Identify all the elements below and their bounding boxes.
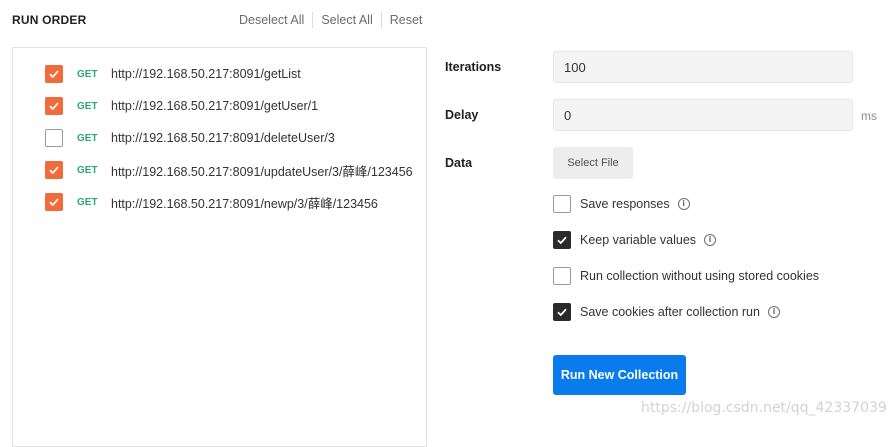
request-list: GET http://192.168.50.217:8091/getList G… <box>12 47 427 447</box>
request-url: http://192.168.50.217:8091/getList <box>111 67 301 81</box>
option-keep-variable-values[interactable]: Keep variable values i <box>553 231 717 249</box>
info-icon[interactable]: i <box>704 234 717 246</box>
info-icon[interactable]: i <box>677 198 690 210</box>
delay-label: Delay <box>445 108 479 122</box>
method-badge: GET <box>77 68 98 80</box>
method-badge: GET <box>77 132 98 144</box>
method-badge: GET <box>77 196 98 208</box>
iterations-input[interactable] <box>553 51 853 83</box>
request-checkbox[interactable] <box>45 193 63 211</box>
iterations-label: Iterations <box>445 60 502 74</box>
request-url: http://192.168.50.217:8091/newp/3/薛峰/123… <box>111 196 378 211</box>
option-run-without-cookies[interactable]: Run collection without using stored cook… <box>553 267 819 285</box>
option-label: Run collection without using stored cook… <box>580 269 820 283</box>
option-label: Keep variable values <box>580 233 697 247</box>
request-row-update-user[interactable]: GET http://192.168.50.217:8091/updateUse… <box>45 160 413 180</box>
request-checkbox[interactable] <box>45 161 63 179</box>
info-icon[interactable]: i <box>767 306 780 318</box>
method-badge: GET <box>77 164 98 176</box>
request-row-delete-user[interactable]: GET http://192.168.50.217:8091/deleteUse… <box>45 128 335 148</box>
delay-input[interactable] <box>553 99 853 131</box>
request-row-get-user[interactable]: GET http://192.168.50.217:8091/getUser/1 <box>45 96 318 116</box>
run-without-cookies-checkbox[interactable] <box>553 267 571 285</box>
run-order-title: RUN ORDER <box>12 13 87 27</box>
watermark: https://blog.csdn.net/qq_42337039 <box>641 400 887 416</box>
reset-button[interactable]: Reset <box>382 13 431 27</box>
request-row-get-list[interactable]: GET http://192.168.50.217:8091/getList <box>45 64 301 84</box>
option-save-cookies[interactable]: Save cookies after collection run i <box>553 303 780 321</box>
request-checkbox[interactable] <box>45 129 63 147</box>
request-checkbox[interactable] <box>45 97 63 115</box>
keep-variable-values-checkbox[interactable] <box>553 231 571 249</box>
option-label: Save cookies after collection run <box>580 305 760 319</box>
run-order-actions: Deselect All Select All Reset <box>231 12 430 28</box>
method-badge: GET <box>77 100 98 112</box>
data-label: Data <box>445 156 473 170</box>
request-url: http://192.168.50.217:8091/getUser/1 <box>111 99 319 113</box>
request-url: http://192.168.50.217:8091/updateUser/3/… <box>111 164 413 179</box>
select-all-button[interactable]: Select All <box>313 13 380 27</box>
request-row-newp[interactable]: GET http://192.168.50.217:8091/newp/3/薛峰… <box>45 192 378 212</box>
request-url: http://192.168.50.217:8091/deleteUser/3 <box>111 131 335 145</box>
option-save-responses[interactable]: Save responses i <box>553 195 690 213</box>
save-cookies-checkbox[interactable] <box>553 303 571 321</box>
run-collection-button[interactable]: Run New Collection <box>553 355 686 395</box>
delay-unit: ms <box>861 109 877 123</box>
save-responses-checkbox[interactable] <box>553 195 571 213</box>
option-label: Save responses <box>580 197 670 211</box>
select-file-button[interactable]: Select File <box>553 147 633 179</box>
deselect-all-button[interactable]: Deselect All <box>231 13 312 27</box>
request-checkbox[interactable] <box>45 65 63 83</box>
